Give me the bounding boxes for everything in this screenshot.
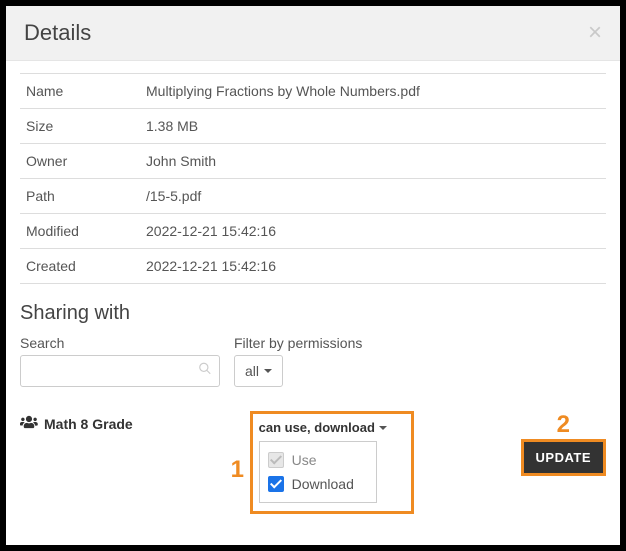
- callout-two: 2: [557, 411, 570, 439]
- filter-label: Filter by permissions: [234, 335, 362, 351]
- details-table: Name Multiplying Fractions by Whole Numb…: [20, 73, 606, 284]
- update-button[interactable]: Update: [521, 439, 606, 476]
- search-wrap: [20, 355, 220, 387]
- permission-option-label: Download: [292, 476, 354, 492]
- detail-key: Created: [20, 249, 140, 284]
- group-icon: [20, 415, 38, 432]
- search-label: Search: [20, 335, 220, 351]
- table-row: Modified 2022-12-21 15:42:16: [20, 214, 606, 249]
- share-row: Math 8 Grade 1 can use, download Use Dow…: [20, 411, 606, 514]
- detail-key: Owner: [20, 144, 140, 179]
- modal-header: Details ×: [6, 6, 620, 61]
- chevron-down-icon: [264, 369, 272, 373]
- checkbox-use[interactable]: [268, 452, 284, 468]
- update-wrap: 2 Update: [521, 439, 606, 476]
- detail-value: 1.38 MB: [140, 109, 606, 144]
- permission-summary-dropdown[interactable]: can use, download: [259, 414, 405, 441]
- detail-value: /15-5.pdf: [140, 179, 606, 214]
- search-input[interactable]: [20, 355, 220, 387]
- detail-key: Modified: [20, 214, 140, 249]
- modal-body: Name Multiplying Fractions by Whole Numb…: [6, 73, 620, 528]
- modal-window: Details × Name Multiplying Fractions by …: [0, 0, 626, 551]
- table-row: Name Multiplying Fractions by Whole Numb…: [20, 74, 606, 109]
- table-row: Owner John Smith: [20, 144, 606, 179]
- detail-key: Name: [20, 74, 140, 109]
- detail-key: Path: [20, 179, 140, 214]
- table-row: Size 1.38 MB: [20, 109, 606, 144]
- table-row: Created 2022-12-21 15:42:16: [20, 249, 606, 284]
- permission-filter-dropdown[interactable]: all: [234, 355, 283, 387]
- detail-value: John Smith: [140, 144, 606, 179]
- sharing-title: Sharing with: [20, 302, 606, 325]
- search-icon[interactable]: [198, 362, 212, 381]
- close-icon[interactable]: ×: [588, 21, 602, 45]
- permission-option-label: Use: [292, 452, 317, 468]
- detail-value: 2022-12-21 15:42:16: [140, 249, 606, 284]
- filter-group: Filter by permissions all: [234, 335, 362, 387]
- filter-value: all: [245, 363, 259, 379]
- detail-value: Multiplying Fractions by Whole Numbers.p…: [140, 74, 606, 109]
- table-row: Path /15-5.pdf: [20, 179, 606, 214]
- permission-option-download[interactable]: Download: [268, 472, 368, 496]
- modal-title: Details: [24, 20, 91, 46]
- detail-value: 2022-12-21 15:42:16: [140, 214, 606, 249]
- permission-block: 1 can use, download Use Download: [250, 411, 414, 514]
- shared-group: Math 8 Grade: [20, 415, 133, 432]
- permission-option-use[interactable]: Use: [268, 448, 368, 472]
- checkbox-download[interactable]: [268, 476, 284, 492]
- callout-one: 1: [231, 456, 244, 484]
- filter-row: Search Filter by permissions all: [20, 335, 606, 387]
- chevron-down-icon: [379, 426, 387, 430]
- detail-key: Size: [20, 109, 140, 144]
- group-name: Math 8 Grade: [44, 416, 133, 432]
- search-group: Search: [20, 335, 220, 387]
- permission-menu: Use Download: [259, 441, 377, 503]
- permission-summary-text: can use, download: [259, 420, 375, 435]
